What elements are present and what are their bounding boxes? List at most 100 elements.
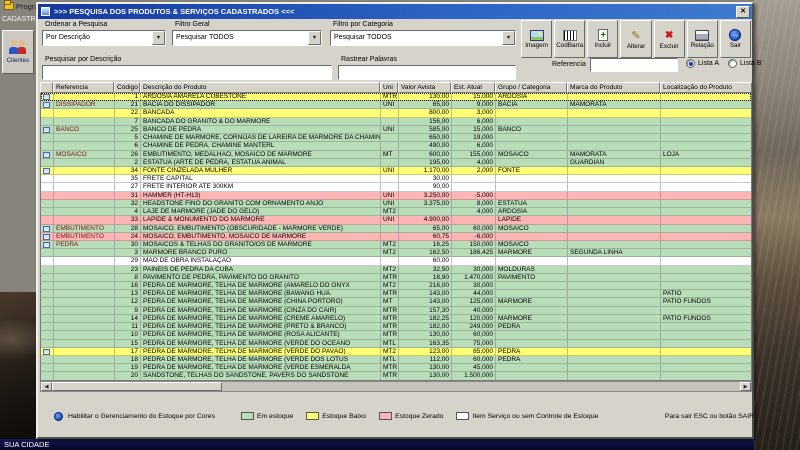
table-row[interactable]: 34 FONTE CINZELADA MULHER UNI 1.170,00 2…: [41, 166, 751, 176]
lista-a-radio[interactable]: [686, 59, 695, 68]
cell-descricao: FRETE CAPITAL: [141, 175, 381, 184]
table-row[interactable]: 32 HEADSTONE FINO DO GRANITO COM ORNAMEN…: [41, 199, 751, 209]
cell-valor-avista: 30,00: [399, 175, 452, 184]
table-row[interactable]: 13 PEDRA DE MARMORE, TELHA DE MARMORE (B…: [41, 290, 751, 299]
table-row[interactable]: MOSAICO 26 EMBUTIMENTO, MEDALHAO, MOSAIC…: [41, 150, 751, 159]
chevron-down-icon[interactable]: ▼: [152, 31, 165, 45]
header-cell[interactable]: Uni: [380, 82, 398, 93]
table-row[interactable]: 3 MARMORE BRANCO PURO MT2 162,50 186,425…: [41, 249, 751, 258]
table-row[interactable]: 29 MÃO DE OBRA INSTALAÇÃO 60,00: [41, 257, 751, 266]
ordenar-combobox[interactable]: Por Descrição ▼: [42, 30, 166, 46]
table-row[interactable]: 6 CHAMINE DE PEDRA, CHAMINE MANTERL 490,…: [41, 142, 751, 151]
legend-label: Estoque Baixo: [322, 412, 367, 420]
descricao-search-input[interactable]: [42, 65, 332, 80]
cell-codigo: 10: [115, 331, 141, 340]
table-row[interactable]: PEDRA 30 MOSAICOS & TELHAS DO GRANITO/OS…: [41, 240, 751, 250]
cell-descricao: MÃO DE OBRA INSTALAÇÃO: [141, 257, 381, 266]
cell-grupo-categoria: [496, 232, 568, 241]
table-row[interactable]: DISSIPADOR 21 BACIA DO DISSIPADOR UNI 65…: [41, 101, 751, 110]
table-row[interactable]: 16 PEDRA DE MARMORE, TELHA DE MARMORE (A…: [41, 282, 751, 291]
header-cell[interactable]: Referencia: [53, 82, 114, 93]
table-row[interactable]: 19 PEDRA DE MARMORE, TELHA DE MARMORE (V…: [41, 364, 751, 373]
cell-codigo: 15: [115, 339, 141, 348]
cell-marca: [568, 142, 661, 151]
table-row[interactable]: 10 PEDRA DE MARMORE, TELHA DE MARMORE (R…: [41, 331, 751, 340]
table-row[interactable]: EMBUTIMENTO 28 MOSAICO, EMBUTIMENTO (OBS…: [41, 224, 751, 233]
chevron-down-icon[interactable]: ▼: [308, 31, 321, 45]
scroll-right-icon[interactable]: ▶: [740, 382, 751, 391]
cell-valor-avista: 162,50: [399, 249, 452, 258]
header-cell[interactable]: Valor Avista: [398, 82, 451, 93]
table-row[interactable]: 12 PEDRA DE MARMORE, TELHA DE MARMORE (C…: [41, 298, 751, 307]
cell-unidade: MT2: [381, 249, 399, 258]
host-statusbar: SUA CIDADE: [0, 439, 754, 450]
toolbar-button-relacao[interactable]: Relação: [686, 20, 718, 58]
stock-toggle-icon[interactable]: [54, 411, 63, 421]
cell-valor-avista: 60,75: [399, 232, 452, 241]
table-row[interactable]: 33 LAPIDE & MONUMENTO DO MARMORE UNI 4.9…: [41, 216, 751, 225]
cell-referencia: [54, 314, 115, 324]
cell-marca: [568, 93, 661, 102]
close-button[interactable]: ✕: [736, 6, 750, 18]
table-row[interactable]: 18 PEDRA DE MARMORE, TELHA DE MARMORE (V…: [41, 356, 751, 365]
cell-estoque-atual: 249,000: [452, 323, 496, 332]
cell-estoque-atual: [452, 257, 496, 266]
toolbar-button-codbarra[interactable]: CodBarra: [554, 20, 586, 58]
filtro-geral-combobox[interactable]: Pesquisar TODOS ▼: [172, 30, 322, 46]
legend-enable-label[interactable]: Habilitar o Gerenciamento do Estoque por…: [68, 413, 215, 420]
toolbar-button-sair[interactable]: Sair: [719, 20, 751, 58]
header-cell[interactable]: Descrição do Produto: [140, 82, 380, 93]
toolbar-button-alterar[interactable]: Alterar: [620, 20, 652, 58]
delete-icon: [665, 29, 673, 42]
header-cell[interactable]: Código: [114, 82, 140, 93]
table-row[interactable]: 31 HAMMER (HT-H13) UNI 3.250,00 -5,000: [41, 191, 751, 200]
clientes-button[interactable]: Clientes: [2, 30, 34, 74]
header-cell[interactable]: Localização do Produto: [660, 82, 752, 93]
header-cell-icon-column[interactable]: [40, 82, 53, 93]
cell-estoque-atual: 85,000: [452, 347, 496, 356]
cell-valor-avista: 65,00: [399, 224, 452, 233]
cell-referencia: [54, 282, 115, 291]
table-row[interactable]: 17 PEDRA DE MARMORE, TELHA DE MARMORE (V…: [41, 347, 751, 356]
filtro-categoria-combobox[interactable]: Pesquisar TODOS ▼: [330, 30, 516, 46]
table-row[interactable]: 4 LAJE DE MARMORE (JADE DO GELO) MT2 4,0…: [41, 208, 751, 217]
header-cell[interactable]: Grupo / Categoria: [495, 82, 567, 93]
toolbar-button-incluir[interactable]: Incluir: [587, 20, 619, 58]
table-row[interactable]: 27 FRETE INTERIOR ATE 300KM 90,00: [41, 183, 751, 192]
header-cell[interactable]: Est. Atual: [451, 82, 495, 93]
cell-grupo-categoria: [496, 158, 568, 167]
rastrear-input[interactable]: [338, 65, 516, 80]
toolbar-button-excluir[interactable]: Excluir: [653, 20, 685, 58]
table-row[interactable]: 7 BANCADA DO GRANITO & DO MARMORE 156,00…: [41, 117, 751, 126]
header-cell[interactable]: Marca do Produto: [567, 82, 660, 93]
chevron-down-icon[interactable]: ▼: [502, 31, 515, 45]
table-row[interactable]: 1 ARDOSIA AMARELA CUBESTONE MTR 130,00 1…: [41, 93, 751, 102]
cell-descricao: PEDRA DE MARMORE, TELHA DE MARMORE (VERD…: [141, 364, 381, 373]
scrollbar-thumb[interactable]: [52, 382, 222, 391]
cell-codigo: 32: [115, 199, 141, 209]
grid-hscrollbar[interactable]: ◀ ▶: [40, 381, 752, 392]
table-row[interactable]: EMBUTIMENTO 24 MOSAICO, EMBUTIMENTO, MOS…: [41, 232, 751, 241]
table-row[interactable]: 23 PAINEIS DE PEDRA DA CUBA MT2 32,50 30…: [41, 265, 751, 274]
referencia-input[interactable]: [590, 58, 678, 72]
lista-b-radio[interactable]: [728, 59, 737, 68]
table-row[interactable]: 9 PEDRA DE MARMORE, TELHA DE MARMORE (CI…: [41, 306, 751, 315]
table-row[interactable]: 22 BANCADA 800,00 3,000: [41, 109, 751, 118]
toolbar-button-imagem[interactable]: Imagem: [521, 20, 553, 58]
table-row[interactable]: 20 SANDSTONE, TELHAS DO SANDSTONE, PAVER…: [41, 372, 751, 380]
table-row[interactable]: 14 PEDRA DE MARMORE, TELHA DE MARMORE (C…: [41, 314, 751, 324]
scroll-left-icon[interactable]: ◀: [41, 382, 52, 391]
cell-descricao: MARMORE BRANCO PURO: [141, 249, 381, 258]
cell-grupo-categoria: [496, 290, 568, 299]
table-row[interactable]: 11 PEDRA DE MARMORE, TELHA DE MARMORE (P…: [41, 323, 751, 332]
cell-referencia: [54, 199, 115, 209]
table-row[interactable]: 15 PEDRA DE MARMORE, TELHA DE MARMORE (V…: [41, 339, 751, 348]
cell-localizacao: [661, 109, 751, 118]
cell-localizacao: [661, 364, 751, 373]
table-row[interactable]: 5 CHAMINE DE MARMORE, CORNIJAS DE LAREIR…: [41, 134, 751, 143]
cell-estoque-atual: 2,000: [452, 166, 496, 176]
table-row[interactable]: 2 ESTATUA (ARTE DE PEDRA, ESTATUA ANIMAL…: [41, 158, 751, 167]
table-row[interactable]: 35 FRETE CAPITAL 30,00: [41, 175, 751, 184]
table-row[interactable]: BANCO 25 BANCO DE PEDRA UNI 585,00 15,00…: [41, 125, 751, 135]
table-row[interactable]: 8 PAVIMENTO DE PEDRA, PAVIMENTO DO GRANI…: [41, 273, 751, 283]
